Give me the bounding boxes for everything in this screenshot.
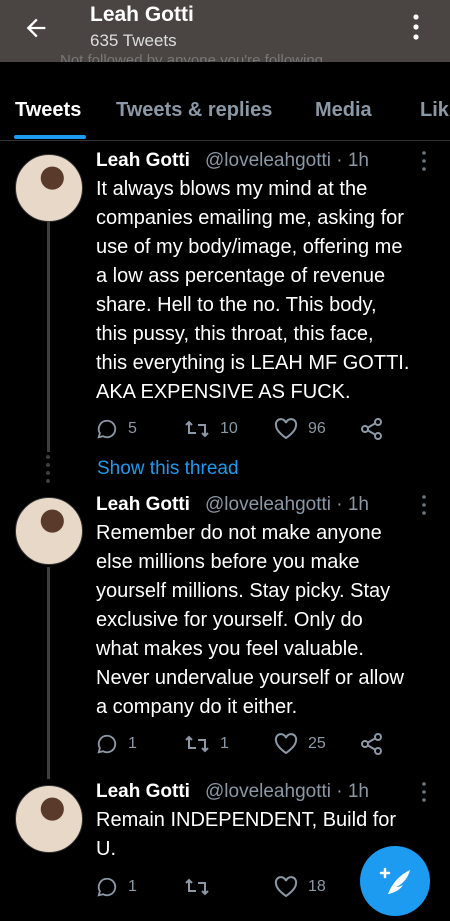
like-button[interactable]: 18 [274,874,326,900]
tweet-author-name[interactable]: Leah Gotti [96,494,190,516]
tweet-handle-time: @loveleahgotti · 1h [205,150,369,171]
thread-connector [47,567,50,779]
thread-connector [47,222,50,452]
profile-tabs: Tweets Tweets & replies Media Lik [0,84,450,141]
tweet-actions: 1 1 25 [96,731,426,757]
reply-icon [97,734,117,754]
share-button[interactable] [360,731,384,757]
heart-icon [274,418,298,440]
tab-likes[interactable]: Lik [420,99,449,122]
tab-tweets[interactable]: Tweets [15,99,81,122]
like-button[interactable]: 25 [274,731,326,757]
tweet-author-name[interactable]: Leah Gotti [96,150,190,172]
reply-icon [97,877,117,897]
thread-gap-dots [46,455,50,483]
tab-media[interactable]: Media [315,99,372,122]
share-button[interactable] [360,416,384,442]
tweet-handle-time: @loveleahgotti · 1h [205,494,369,515]
tweet-author-name[interactable]: Leah Gotti [96,781,190,803]
retweet-icon [185,420,209,438]
tweet-actions: 5 10 96 [96,416,426,442]
tweet-more-icon[interactable] [418,781,430,803]
share-icon [361,418,382,440]
tweet-text: Remember do not make anyone else million… [96,522,404,718]
like-button[interactable]: 96 [274,416,326,442]
reply-button[interactable]: 5 [96,416,137,442]
followers-you-know-text: Not followed by anyone you're following [60,52,324,62]
tweet-more-icon[interactable] [418,494,430,516]
more-options-icon[interactable] [406,12,426,42]
compose-feather-icon [379,867,410,894]
back-arrow-icon[interactable] [22,14,50,42]
compose-tweet-button[interactable] [360,846,430,916]
tweet-handle-time: @loveleahgotti · 1h [205,781,369,802]
reply-icon [97,419,117,439]
tab-tweets-replies[interactable]: Tweets & replies [116,99,272,122]
avatar[interactable] [15,785,83,853]
retweet-button[interactable]: 1 [184,731,229,757]
tweet-text: It always blows my mind at the companies… [96,178,410,403]
avatar[interactable] [15,154,83,222]
retweet-icon [185,735,209,753]
reply-button[interactable]: 1 [96,731,137,757]
show-thread-link[interactable]: Show this thread [97,458,239,480]
retweet-button[interactable]: 10 [184,416,238,442]
retweet-icon [185,878,209,896]
heart-icon [274,876,298,898]
heart-icon [274,733,298,755]
reply-button[interactable]: 1 [96,874,137,900]
active-tab-indicator [14,135,86,139]
tweet-count: 635 Tweets [90,31,177,50]
profile-name: Leah Gotti [90,3,194,26]
retweet-button[interactable] [184,874,220,900]
avatar[interactable] [15,497,83,565]
tweet-more-icon[interactable] [418,150,430,172]
share-icon [361,733,382,755]
